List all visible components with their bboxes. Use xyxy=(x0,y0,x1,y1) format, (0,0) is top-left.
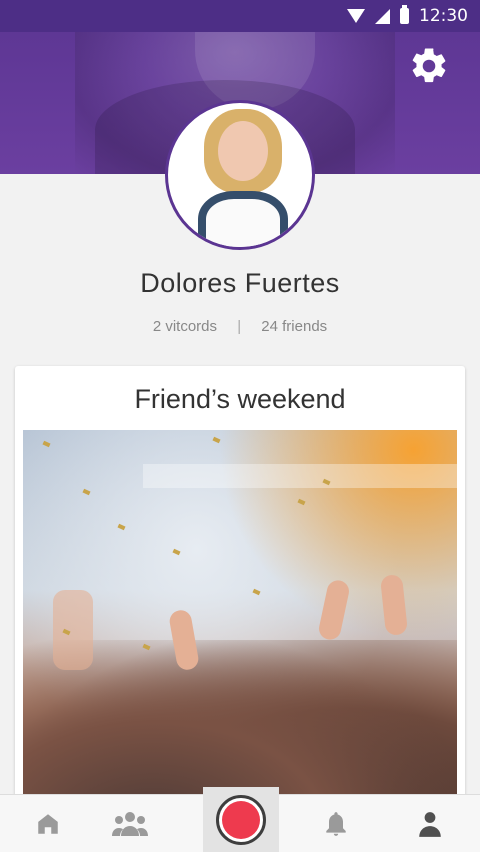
confetti xyxy=(212,436,221,444)
confetti xyxy=(42,440,51,448)
profile-stats: 2 vitcords | 24 friends xyxy=(0,318,480,335)
profile-name: Dolores Fuertes xyxy=(140,268,340,298)
record-button[interactable] xyxy=(203,787,279,852)
profile-avatar[interactable] xyxy=(165,100,315,250)
battery-icon xyxy=(400,5,409,24)
status-bar: 12:30 xyxy=(0,0,480,32)
raised-hand xyxy=(379,574,409,636)
nav-home[interactable] xyxy=(18,795,78,852)
record-ring xyxy=(216,795,266,845)
confetti xyxy=(82,488,91,496)
bell-icon xyxy=(326,812,346,836)
confetti xyxy=(117,523,126,531)
nav-profile[interactable] xyxy=(400,795,460,852)
settings-button[interactable] xyxy=(408,45,450,87)
confetti xyxy=(252,588,261,596)
raised-hand xyxy=(317,578,351,642)
card-title: Friend’s weekend xyxy=(134,384,346,414)
confetti xyxy=(172,548,181,556)
signal-icon xyxy=(375,8,390,24)
confetti xyxy=(297,498,306,506)
friends-count[interactable]: 24 friends xyxy=(261,318,327,335)
user-icon xyxy=(419,812,441,837)
raised-hand xyxy=(53,590,93,670)
home-icon xyxy=(38,814,58,834)
vitcords-count[interactable]: 2 vitcords xyxy=(153,318,217,335)
nav-notifications[interactable] xyxy=(306,795,366,852)
avatar-shirt xyxy=(198,191,288,247)
friends-icon xyxy=(112,812,148,836)
stats-separator: | xyxy=(237,318,242,335)
vitcord-card[interactable]: Friend’s weekend xyxy=(15,366,465,836)
status-time: 12:30 xyxy=(419,6,468,26)
card-thumbnail-image[interactable] xyxy=(23,430,457,830)
nav-friends[interactable] xyxy=(100,795,160,852)
wifi-icon xyxy=(347,9,365,23)
record-icon xyxy=(222,801,260,839)
gear-icon xyxy=(412,48,446,83)
avatar-face xyxy=(218,121,268,181)
stage-light-bar xyxy=(143,464,457,488)
bottom-navigation xyxy=(0,787,480,852)
